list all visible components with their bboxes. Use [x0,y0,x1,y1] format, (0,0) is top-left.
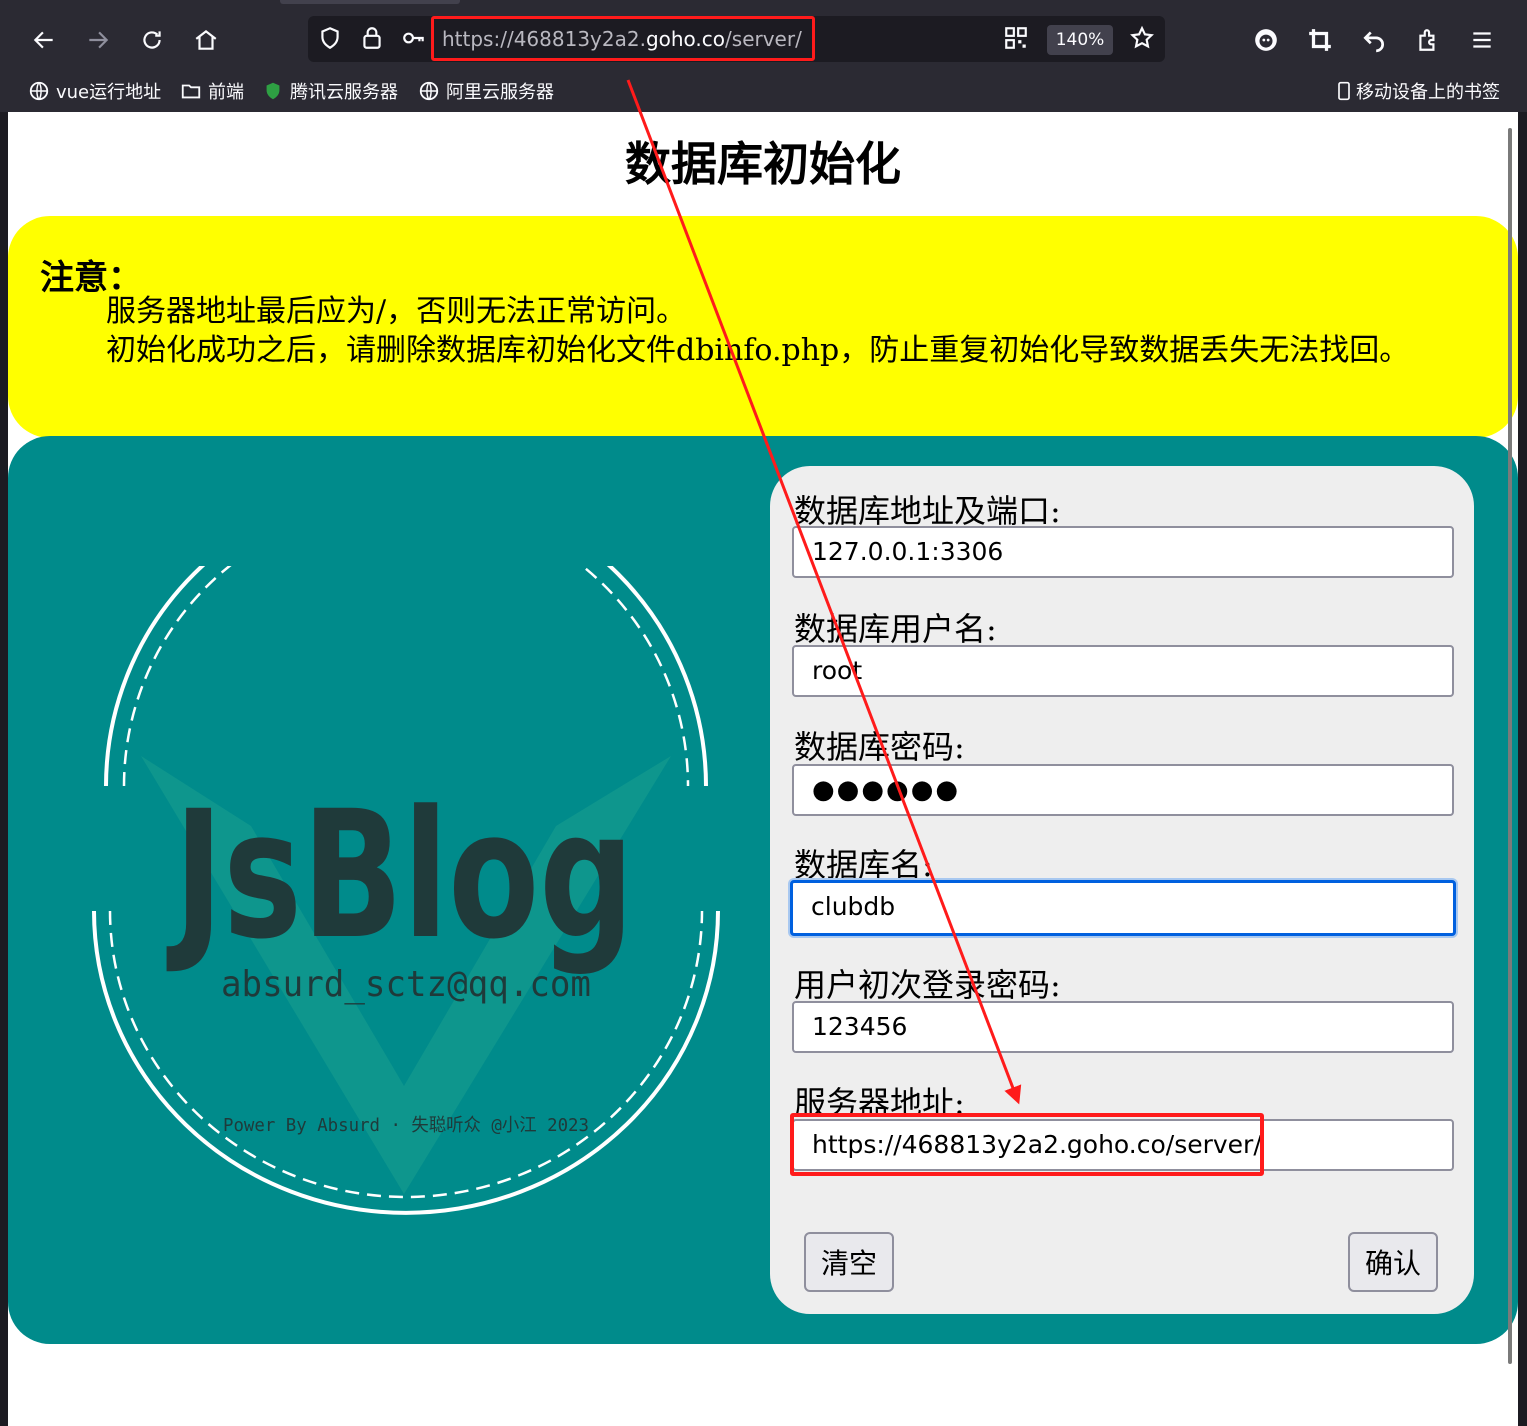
password-input[interactable]: ●●●●●● [792,764,1454,816]
logo-credit: Power By Absurd · 失聪听众 @小江 2023 [223,1115,589,1136]
init-password-input[interactable]: 123456 [792,1001,1454,1053]
init-password-label: 用户初次登录密码: [794,966,1061,1004]
folder-icon [181,84,201,99]
page-viewport: 数据库初始化 注意： 服务器地址最后应为/，否则无法正常访问。 初始化成功之后，… [8,112,1518,1426]
url-annotation-box [431,16,815,61]
server-field-annotation-box [790,1113,1264,1176]
browser-toolbar: https://468813y2a2.goho.co/server/ 140% [0,0,1527,72]
logo-email: absurd_sctz@qq.com [221,964,591,1005]
mobile-bookmarks[interactable]: 移动设备上的书签 [1334,78,1500,104]
hamburger-menu-icon[interactable] [1462,20,1502,60]
lock-icon[interactable] [352,18,392,58]
home-icon [195,29,217,50]
page-title: 数据库初始化 [625,137,901,191]
logo-title: JsBlog [166,773,634,978]
host-input[interactable]: 127.0.0.1:3306 [792,526,1454,578]
extensions-puzzle-icon[interactable] [1408,20,1448,60]
clear-button[interactable]: 清空 [804,1232,894,1292]
bookmark-label: 腾讯云服务器 [290,82,398,103]
phone-icon [1338,81,1350,101]
user-input[interactable]: root [792,645,1454,697]
bookmark-star-icon[interactable] [1122,18,1162,58]
confirm-button[interactable]: 确认 [1348,1232,1438,1292]
arrow-right-icon [89,31,109,49]
notice-box: 注意： 服务器地址最后应为/，否则无法正常访问。 初始化成功之后，请删除数据库初… [8,216,1518,438]
page-scrollbar[interactable] [1508,128,1512,1364]
reload-icon [143,31,161,49]
undo-icon[interactable] [1354,20,1394,60]
logo-inner-dashed-arc-top [122,566,690,787]
zoom-level-badge[interactable]: 140% [1047,25,1113,55]
notice-body: 服务器地址最后应为/，否则无法正常访问。 初始化成功之后，请删除数据库初始化文件… [40,292,1460,370]
globe-icon [29,81,49,101]
bookmark-label: 阿里云服务器 [446,82,554,103]
background-window-edge [1518,112,1527,1426]
bookmark-aliyun[interactable]: 阿里云服务器 [418,78,554,104]
key-icon[interactable] [394,18,434,58]
globe-icon [419,81,439,101]
active-tab-edge [280,0,460,4]
forward-button[interactable] [78,20,118,60]
bookmark-label: vue运行地址 [56,82,162,103]
setup-panel: JsBlog absurd_sctz@qq.com Power By Absur… [8,436,1518,1344]
jsblog-logo: JsBlog absurd_sctz@qq.com Power By Absur… [92,566,720,1215]
shield-icon [266,82,280,100]
notice-line: 初始化成功之后，请删除数据库初始化文件dbinfo.php，防止重复初始化导致数… [106,333,1410,368]
reload-button[interactable] [132,20,172,60]
home-button[interactable] [186,20,226,60]
bookmark-tencent[interactable]: 腾讯云服务器 [262,78,398,104]
mobile-bookmarks-label: 移动设备上的书签 [1356,82,1500,103]
bookmark-folder-frontend[interactable]: 前端 [180,78,244,104]
user-label: 数据库用户名: [794,610,997,648]
notice-line: 服务器地址最后应为/，否则无法正常访问。 [106,294,687,329]
tracking-shield-icon[interactable] [310,18,350,58]
qr-code-icon[interactable] [996,18,1036,58]
back-button[interactable] [24,20,64,60]
bookmark-vue[interactable]: vue运行地址 [28,78,161,104]
crop-screenshot-icon[interactable] [1300,20,1340,60]
account-avatar-icon[interactable] [1246,20,1286,60]
password-label: 数据库密码: [794,728,965,766]
bookmark-label: 前端 [208,82,244,103]
dbname-input[interactable]: clubdb [790,880,1456,936]
arrow-left-icon [33,31,53,49]
db-config-form: 数据库地址及端口: 127.0.0.1:3306 数据库用户名: root 数据… [770,466,1474,1314]
